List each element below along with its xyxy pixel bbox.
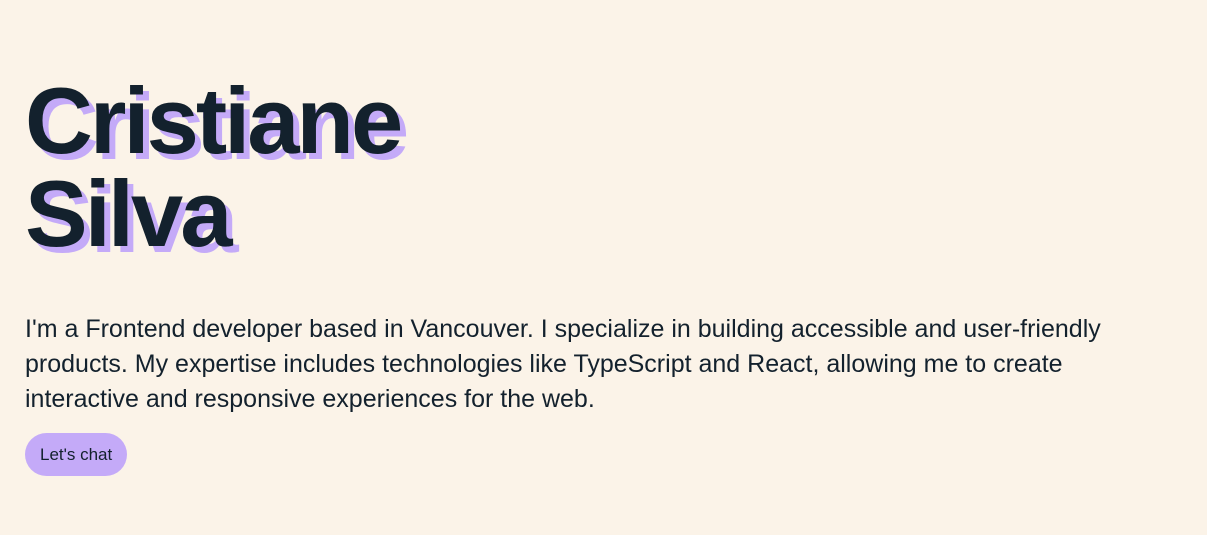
page-title: Cristiane Silva <box>25 68 1182 266</box>
hero-section: Cristiane Silva I'm a Frontend developer… <box>0 0 1207 535</box>
name-first-line: Cristiane <box>25 68 403 173</box>
name-second-line: Silva <box>25 161 233 266</box>
lets-chat-button[interactable]: Let's chat <box>25 433 128 476</box>
bio-text: I'm a Frontend developer based in Vancou… <box>25 315 1101 413</box>
